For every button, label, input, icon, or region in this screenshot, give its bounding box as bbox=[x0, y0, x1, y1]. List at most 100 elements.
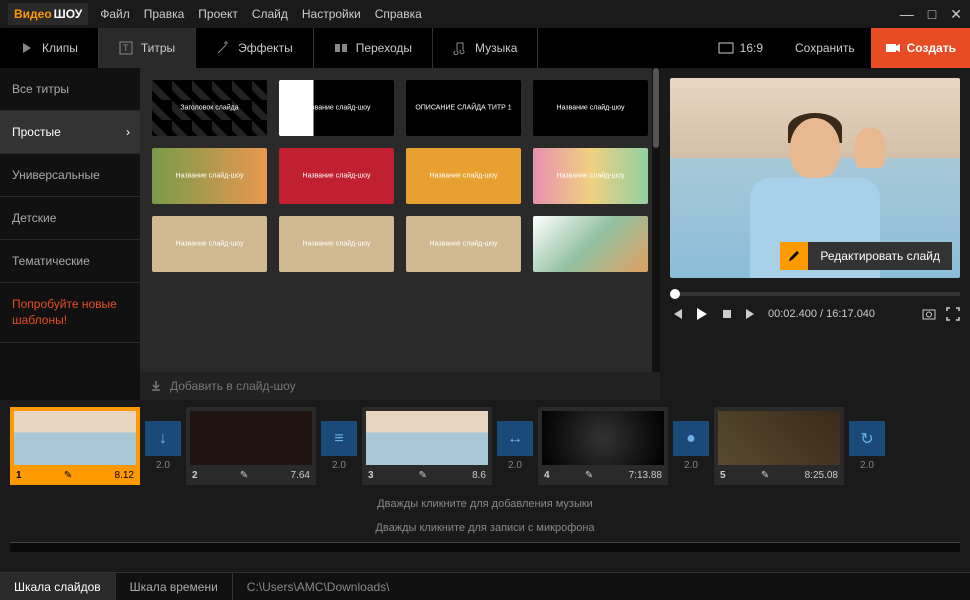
template-thumb-3[interactable]: Название слайд-шоу bbox=[533, 80, 648, 136]
pencil-icon[interactable]: ✎ bbox=[585, 470, 593, 481]
transition-icon: ↻ bbox=[849, 421, 885, 456]
music-track-hint[interactable]: Дважды кликните для добавления музыки bbox=[0, 492, 970, 516]
template-thumb-6[interactable]: Название слайд-шоу bbox=[406, 148, 521, 204]
thumb-caption: Название слайд-шоу bbox=[303, 105, 371, 112]
create-button[interactable]: Создать bbox=[871, 28, 970, 68]
timeline-clip-1[interactable]: 1✎8.12 bbox=[10, 407, 140, 485]
clip-duration: 8.6 bbox=[472, 470, 486, 481]
app-logo: ВидеоШОУ bbox=[8, 3, 88, 25]
tab-music[interactable]: Музыка bbox=[433, 28, 538, 68]
tab-transitions[interactable]: Переходы bbox=[314, 28, 433, 68]
edit-slide-button[interactable]: Редактировать слайд bbox=[780, 242, 952, 270]
aspect-ratio-button[interactable]: 16:9 bbox=[702, 28, 779, 68]
time-ruler[interactable] bbox=[10, 542, 960, 552]
preview-panel: Редактировать слайд 00:02.400 / 16:17.04… bbox=[660, 68, 970, 400]
template-gallery: Заголовок слайдаНазвание слайд-шоуОПИСАН… bbox=[140, 68, 660, 400]
template-thumb-9[interactable]: Название слайд-шоу bbox=[279, 216, 394, 272]
pencil-icon[interactable]: ✎ bbox=[240, 470, 248, 481]
transition-1[interactable]: ≡2.0 bbox=[320, 421, 358, 471]
sidebar-item-4[interactable]: Тематические bbox=[0, 240, 140, 283]
menu-item-3[interactable]: Слайд bbox=[252, 7, 288, 21]
menu-item-5[interactable]: Справка bbox=[375, 7, 422, 21]
minimize-icon[interactable]: — bbox=[900, 6, 914, 23]
transition-duration: 2.0 bbox=[508, 460, 522, 471]
svg-text:T: T bbox=[123, 43, 129, 53]
sidebar-item-1[interactable]: Простые› bbox=[0, 111, 140, 154]
timeline-clip-4[interactable]: 4✎7:13.88 bbox=[538, 407, 668, 485]
template-thumb-0[interactable]: Заголовок слайда bbox=[152, 80, 267, 136]
template-thumb-10[interactable]: Название слайд-шоу bbox=[406, 216, 521, 272]
play-icon bbox=[20, 41, 34, 55]
clip-duration: 7.64 bbox=[291, 470, 310, 481]
sidebar-item-3[interactable]: Детские bbox=[0, 197, 140, 240]
menu-item-1[interactable]: Правка bbox=[144, 7, 185, 21]
tab-label: Музыка bbox=[475, 41, 517, 55]
create-label: Создать bbox=[907, 41, 956, 55]
transition-duration: 2.0 bbox=[684, 460, 698, 471]
seek-head[interactable] bbox=[670, 289, 680, 299]
aspect-label: 16:9 bbox=[740, 41, 763, 55]
template-thumb-8[interactable]: Название слайд-шоу bbox=[152, 216, 267, 272]
template-thumb-1[interactable]: Название слайд-шоу bbox=[279, 80, 394, 136]
logo-part2: ШОУ bbox=[54, 7, 83, 21]
transition-4[interactable]: ↻2.0 bbox=[848, 421, 886, 471]
fullscreen-icon[interactable] bbox=[946, 307, 960, 321]
template-thumb-7[interactable]: Название слайд-шоу bbox=[533, 148, 648, 204]
close-icon[interactable]: ✕ bbox=[950, 6, 962, 23]
prev-button[interactable] bbox=[670, 307, 684, 321]
next-button[interactable] bbox=[744, 307, 758, 321]
timeline-clip-3[interactable]: 3 ✎ 8.6 bbox=[362, 407, 492, 485]
thumb-caption: ОПИСАНИЕ СЛАЙДА ТИТР 1 bbox=[415, 105, 511, 112]
tab-label: Клипы bbox=[42, 41, 78, 55]
tab-clips[interactable]: Клипы bbox=[0, 28, 99, 68]
clip-number: 3 bbox=[368, 470, 374, 481]
seek-bar[interactable] bbox=[670, 292, 960, 296]
transition-0[interactable]: ↓2.0 bbox=[144, 421, 182, 471]
transition-2[interactable]: ↔2.0 bbox=[496, 421, 534, 471]
pencil-icon[interactable]: ✎ bbox=[761, 470, 769, 481]
template-thumb-11[interactable] bbox=[533, 216, 648, 272]
preview-viewport[interactable]: Редактировать слайд bbox=[670, 78, 960, 278]
mic-track-hint[interactable]: Дважды кликните для записи с микрофона bbox=[0, 516, 970, 540]
transition-3[interactable]: ●2.0 bbox=[672, 421, 710, 471]
add-label: Добавить в слайд-шоу bbox=[170, 379, 296, 393]
timeline-clip-5[interactable]: 5✎8:25.08 bbox=[714, 407, 844, 485]
tab-effects[interactable]: Эффекты bbox=[196, 28, 314, 68]
clip-duration: 8.12 bbox=[115, 470, 134, 481]
edit-label: Редактировать слайд bbox=[808, 242, 952, 270]
clip-duration: 7:13.88 bbox=[629, 470, 662, 481]
clip-number: 5 bbox=[720, 470, 726, 481]
menu-item-0[interactable]: Файл bbox=[100, 7, 130, 21]
template-thumb-2[interactable]: ОПИСАНИЕ СЛАЙДА ТИТР 1 bbox=[406, 80, 521, 136]
maximize-icon[interactable]: □ bbox=[928, 6, 936, 23]
snapshot-icon[interactable] bbox=[922, 307, 936, 321]
template-thumb-5[interactable]: Название слайд-шоу bbox=[279, 148, 394, 204]
timeline-clip-2[interactable]: 2✎7.64 bbox=[186, 407, 316, 485]
menu-item-4[interactable]: Настройки bbox=[302, 7, 361, 21]
logo-part1: Видео bbox=[14, 7, 52, 21]
play-button[interactable] bbox=[694, 306, 710, 322]
transition-icon: ≡ bbox=[321, 421, 357, 456]
thumb-caption: Название слайд-шоу bbox=[557, 173, 625, 180]
tab-label: Переходы bbox=[356, 41, 412, 55]
sidebar-item-5[interactable]: Попробуйте новые шаблоны! bbox=[0, 283, 140, 343]
tab-titles[interactable]: T Титры bbox=[99, 28, 196, 68]
slide-scale-tab[interactable]: Шкала слайдов bbox=[0, 573, 116, 600]
stop-button[interactable] bbox=[720, 307, 734, 321]
sidebar-item-0[interactable]: Все титры bbox=[0, 68, 140, 111]
add-to-slideshow-button[interactable]: Добавить в слайд-шоу bbox=[140, 372, 660, 400]
menu-item-2[interactable]: Проект bbox=[198, 7, 238, 21]
monitor-icon bbox=[718, 42, 734, 54]
sidebar-item-2[interactable]: Универсальные bbox=[0, 154, 140, 197]
pencil-icon[interactable]: ✎ bbox=[419, 470, 427, 481]
save-button[interactable]: Сохранить bbox=[779, 28, 871, 68]
time-scale-tab[interactable]: Шкала времени bbox=[116, 573, 233, 600]
timeline-track[interactable]: 1✎8.12↓2.02✎7.64≡2.03✎8.6↔2.04✎7:13.88●2… bbox=[0, 400, 970, 492]
transition-duration: 2.0 bbox=[156, 460, 170, 471]
pencil-icon[interactable]: ✎ bbox=[64, 470, 72, 481]
template-thumb-4[interactable]: Название слайд-шоу bbox=[152, 148, 267, 204]
clip-thumb bbox=[14, 411, 136, 465]
scroll-thumb[interactable] bbox=[653, 68, 659, 148]
thumb-caption: Название слайд-шоу bbox=[303, 241, 371, 248]
scrollbar[interactable] bbox=[652, 68, 660, 372]
